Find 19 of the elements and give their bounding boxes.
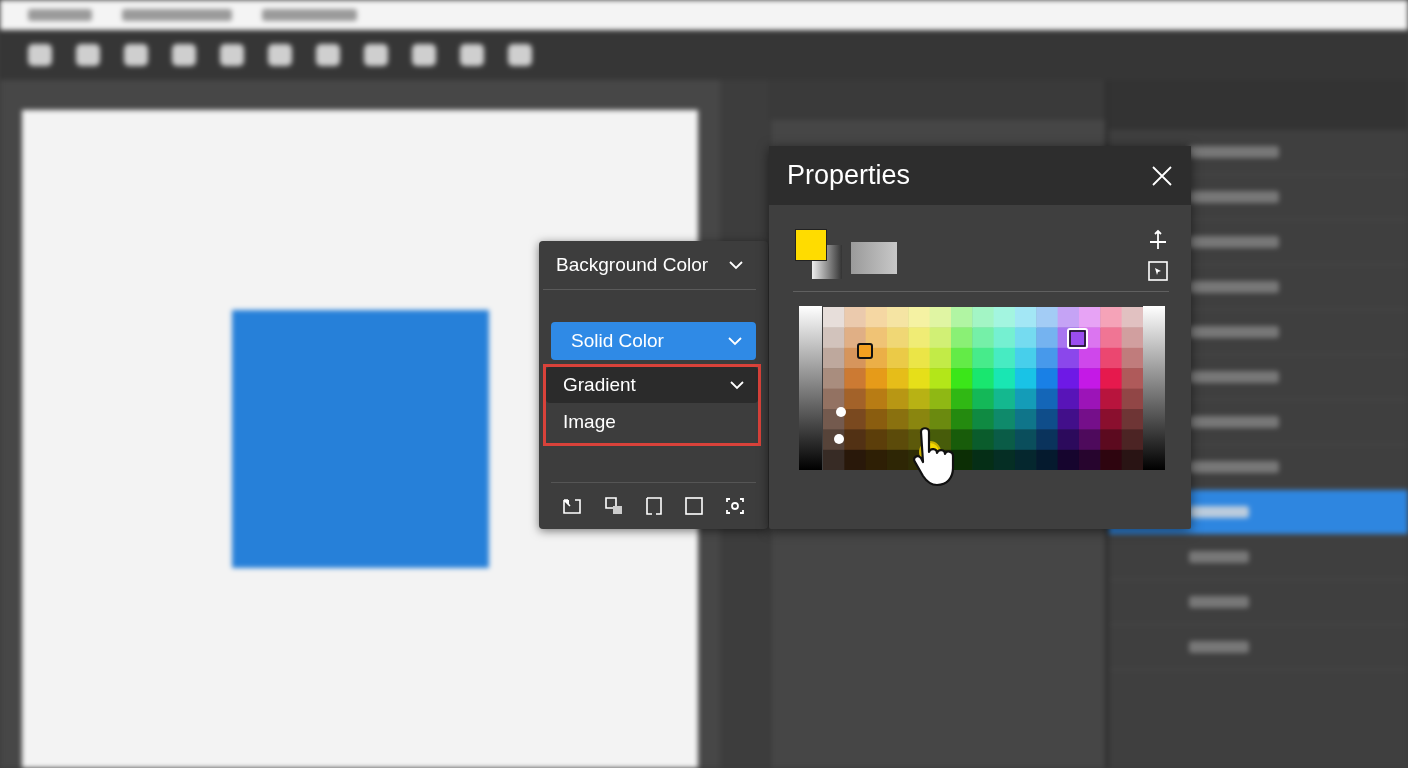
- background-option[interactable]: Solid Color: [551, 322, 756, 360]
- caret-icon: [728, 336, 742, 346]
- cursor-box-icon[interactable]: [1148, 261, 1168, 281]
- square-icon[interactable]: [685, 497, 704, 515]
- crop-icon[interactable]: [561, 497, 582, 515]
- move-icon[interactable]: [1147, 229, 1169, 251]
- menu-title: Background Color: [556, 254, 709, 276]
- layers-icon[interactable]: [603, 497, 624, 515]
- caret-icon: [729, 260, 743, 270]
- frame-icon[interactable]: [645, 497, 664, 515]
- background-option[interactable]: Image: [546, 403, 758, 441]
- color-swatch-pair[interactable]: [795, 229, 843, 281]
- background-option[interactable]: Gradient: [546, 367, 758, 403]
- panel-title: Properties: [787, 160, 911, 191]
- color-swatch[interactable]: [851, 242, 897, 274]
- caret-icon: [730, 380, 744, 390]
- close-icon[interactable]: [1151, 164, 1173, 187]
- focus-icon[interactable]: [725, 497, 746, 515]
- color-picker-grid[interactable]: [799, 306, 1165, 470]
